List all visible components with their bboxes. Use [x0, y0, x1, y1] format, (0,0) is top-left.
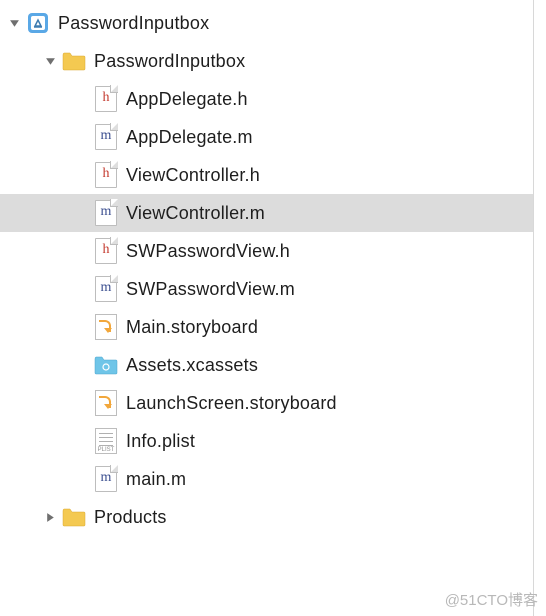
storyboard-icon: [94, 391, 118, 415]
file-label: SWPasswordView.m: [126, 279, 295, 300]
file-label: Main.storyboard: [126, 317, 258, 338]
header-file-icon: h: [94, 87, 118, 111]
tree-row-group-products[interactable]: Products: [0, 498, 533, 536]
impl-file-icon: m: [94, 201, 118, 225]
file-label: SWPasswordView.h: [126, 241, 290, 262]
file-label: AppDelegate.h: [126, 89, 248, 110]
file-label: LaunchScreen.storyboard: [126, 393, 337, 414]
folder-icon: [62, 49, 86, 73]
tree-row-file[interactable]: Assets.xcassets: [0, 346, 533, 384]
watermark-text: @51CTO博客: [445, 589, 538, 610]
tree-row-file[interactable]: m SWPasswordView.m: [0, 270, 533, 308]
tree-row-file[interactable]: PLIST Info.plist: [0, 422, 533, 460]
tree-row-file[interactable]: LaunchScreen.storyboard: [0, 384, 533, 422]
header-file-icon: h: [94, 163, 118, 187]
plist-file-icon: PLIST: [94, 429, 118, 453]
group-label: PasswordInputbox: [94, 51, 245, 72]
header-file-icon: h: [94, 239, 118, 263]
tree-row-file[interactable]: m main.m: [0, 460, 533, 498]
impl-file-icon: m: [94, 467, 118, 491]
disclosure-triangle-expanded[interactable]: [6, 18, 22, 29]
impl-file-icon: m: [94, 277, 118, 301]
project-label: PasswordInputbox: [58, 13, 209, 34]
folder-icon: [62, 505, 86, 529]
tree-row-file[interactable]: h AppDelegate.h: [0, 80, 533, 118]
file-label: AppDelegate.m: [126, 127, 253, 148]
tree-row-file[interactable]: h SWPasswordView.h: [0, 232, 533, 270]
tree-row-group[interactable]: PasswordInputbox: [0, 42, 533, 80]
tree-row-file-selected[interactable]: m ViewController.m: [0, 194, 533, 232]
assets-folder-icon: [94, 353, 118, 377]
file-label: Assets.xcassets: [126, 355, 258, 376]
file-label: ViewController.h: [126, 165, 260, 186]
file-label: Info.plist: [126, 431, 195, 452]
xcode-project-icon: [26, 11, 50, 35]
storyboard-icon: [94, 315, 118, 339]
file-label: main.m: [126, 469, 186, 490]
file-label: ViewController.m: [126, 203, 265, 224]
project-navigator[interactable]: PasswordInputbox PasswordInputbox h AppD…: [0, 0, 534, 616]
impl-file-icon: m: [94, 125, 118, 149]
group-label: Products: [94, 507, 167, 528]
tree-row-project[interactable]: PasswordInputbox: [0, 4, 533, 42]
tree-row-file[interactable]: m AppDelegate.m: [0, 118, 533, 156]
tree-row-file[interactable]: Main.storyboard: [0, 308, 533, 346]
disclosure-triangle-collapsed[interactable]: [42, 512, 58, 523]
tree-row-file[interactable]: h ViewController.h: [0, 156, 533, 194]
disclosure-triangle-expanded[interactable]: [42, 56, 58, 67]
